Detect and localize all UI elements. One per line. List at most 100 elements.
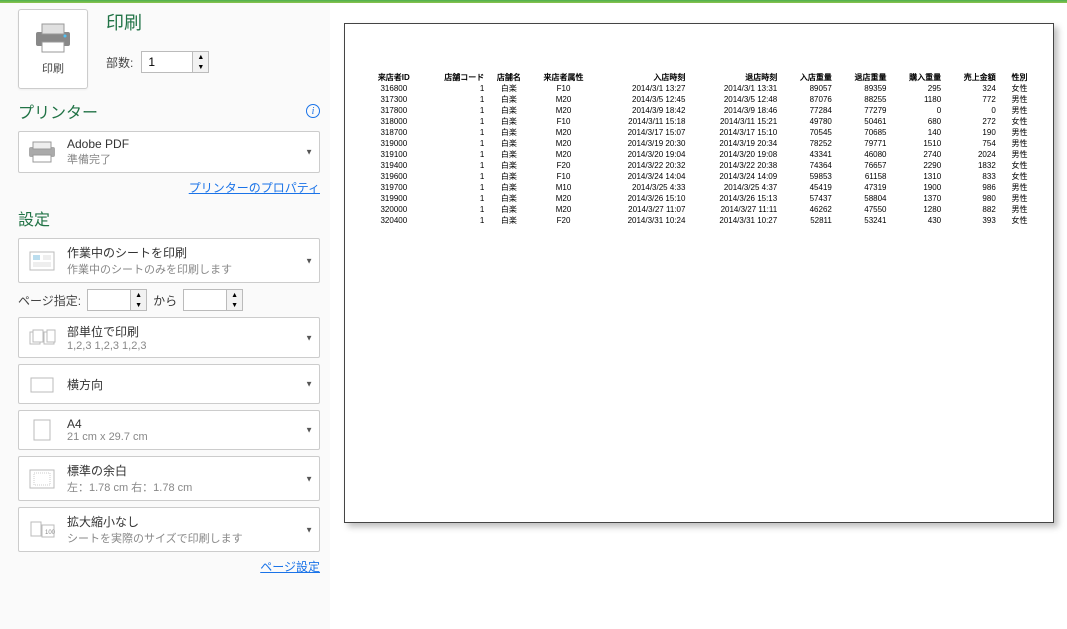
margin-title: 標準の余白 — [67, 462, 311, 479]
table-header: 購入重量 — [890, 72, 945, 83]
print-title: 印刷 — [106, 9, 209, 35]
table-cell: 1900 — [890, 182, 945, 193]
table-cell: 白楽 — [487, 105, 530, 116]
table-cell: 76657 — [835, 160, 890, 171]
table-cell: 白楽 — [487, 171, 530, 182]
page-from-input[interactable] — [88, 290, 130, 310]
table-cell: 1 — [421, 94, 487, 105]
table-cell: M20 — [530, 127, 596, 138]
table-cell: 882 — [944, 204, 999, 215]
margin-dropdown[interactable]: 標準の余白 左：1.78 cm 右：1.78 cm ▼ — [18, 456, 320, 501]
copies-input[interactable] — [142, 52, 192, 72]
printer-dropdown[interactable]: Adobe PDF 準備完了 ▼ — [18, 131, 320, 173]
table-cell: 58804 — [835, 193, 890, 204]
table-cell: 319400 — [367, 160, 422, 171]
scale-icon: 100 — [27, 516, 57, 544]
table-cell: 318700 — [367, 127, 422, 138]
scale-dropdown[interactable]: 100 拡大縮小なし シートを実際のサイズで印刷します ▼ — [18, 507, 320, 552]
table-cell: 320000 — [367, 204, 422, 215]
chevron-down-icon: ▼ — [305, 333, 313, 342]
margin-icon — [27, 465, 57, 493]
page-to-down[interactable]: ▼ — [227, 300, 242, 310]
table-cell: 430 — [890, 215, 945, 226]
print-what-title: 作業中のシートを印刷 — [67, 244, 311, 261]
collate-dropdown[interactable]: 部単位で印刷 1,2,3 1,2,3 1,2,3 ▼ — [18, 317, 320, 358]
table-cell: 46262 — [780, 204, 835, 215]
sidebar: 印刷 印刷 部数: ▲ ▼ プリンター i — [0, 3, 330, 629]
table-cell: 1 — [421, 116, 487, 127]
chevron-down-icon: ▼ — [305, 426, 313, 435]
table-cell: 320400 — [367, 215, 422, 226]
table-cell: 317800 — [367, 105, 422, 116]
table-cell: 77284 — [780, 105, 835, 116]
page-setup-link[interactable]: ページ設定 — [260, 560, 320, 574]
print-button[interactable]: 印刷 — [18, 9, 88, 89]
print-what-dropdown[interactable]: 作業中のシートを印刷 作業中のシートのみを印刷します ▼ — [18, 238, 320, 283]
table-cell: 2014/3/31 10:27 — [688, 215, 780, 226]
page-to-input[interactable] — [184, 290, 226, 310]
table-cell: 1832 — [944, 160, 999, 171]
table-row: 3173001白楽M202014/3/5 12:452014/3/5 12:48… — [367, 94, 1031, 105]
table-cell: 男性 — [999, 193, 1031, 204]
table-cell: 319600 — [367, 171, 422, 182]
table-cell: 2014/3/9 18:42 — [597, 105, 689, 116]
table-cell: 女性 — [999, 160, 1031, 171]
page-to-up[interactable]: ▲ — [227, 290, 242, 300]
settings-section-header: 設定 — [18, 206, 320, 230]
printer-icon — [34, 22, 72, 54]
copies-spinner[interactable]: ▲ ▼ — [141, 51, 209, 73]
page-to-spinner[interactable]: ▲▼ — [183, 289, 243, 311]
table-cell: 2014/3/20 19:08 — [688, 149, 780, 160]
table-cell: 2014/3/17 15:10 — [688, 127, 780, 138]
table-cell: 2014/3/26 15:10 — [597, 193, 689, 204]
table-cell: 白楽 — [487, 116, 530, 127]
table-cell: 1 — [421, 204, 487, 215]
table-cell: 47550 — [835, 204, 890, 215]
table-cell: 2014/3/19 20:34 — [688, 138, 780, 149]
table-cell: 88255 — [835, 94, 890, 105]
table-cell: 53241 — [835, 215, 890, 226]
table-cell: 白楽 — [487, 160, 530, 171]
table-cell: 2014/3/27 11:07 — [597, 204, 689, 215]
table-cell: 2014/3/11 15:18 — [597, 116, 689, 127]
table-cell: 1 — [421, 138, 487, 149]
table-cell: 79771 — [835, 138, 890, 149]
table-cell: 1 — [421, 83, 487, 94]
margin-sub: 左：1.78 cm 右：1.78 cm — [67, 479, 311, 495]
table-cell: 680 — [890, 116, 945, 127]
table-cell: 2014/3/24 14:09 — [688, 171, 780, 182]
copies-up[interactable]: ▲ — [193, 52, 208, 62]
table-cell: 772 — [944, 94, 999, 105]
info-icon[interactable]: i — [306, 104, 320, 118]
table-header: 店舗コード — [421, 72, 487, 83]
table-row: 3197001白楽M102014/3/25 4:332014/3/25 4:37… — [367, 182, 1031, 193]
table-cell: 70545 — [780, 127, 835, 138]
printer-properties-link[interactable]: プリンターのプロパティ — [189, 181, 320, 195]
table-cell: 白楽 — [487, 215, 530, 226]
table-row: 3187001白楽M202014/3/17 15:072014/3/17 15:… — [367, 127, 1031, 138]
page-from-down[interactable]: ▼ — [131, 300, 146, 310]
orientation-dropdown[interactable]: 横方向 ▼ — [18, 364, 320, 404]
table-cell: 295 — [890, 83, 945, 94]
paper-icon — [27, 416, 57, 444]
collate-sub: 1,2,3 1,2,3 1,2,3 — [67, 340, 311, 352]
table-cell: 2740 — [890, 149, 945, 160]
table-cell: 女性 — [999, 215, 1031, 226]
collate-title: 部単位で印刷 — [67, 323, 311, 340]
table-cell: M20 — [530, 138, 596, 149]
orientation-icon — [27, 370, 57, 398]
copies-down[interactable]: ▼ — [193, 62, 208, 72]
print-button-label: 印刷 — [42, 60, 64, 76]
table-cell: 89057 — [780, 83, 835, 94]
table-row: 3190001白楽M202014/3/19 20:302014/3/19 20:… — [367, 138, 1031, 149]
table-cell: 男性 — [999, 105, 1031, 116]
page-from-up[interactable]: ▲ — [131, 290, 146, 300]
table-cell: 1310 — [890, 171, 945, 182]
paper-dropdown[interactable]: A4 21 cm x 29.7 cm ▼ — [18, 410, 320, 450]
page-from-spinner[interactable]: ▲▼ — [87, 289, 147, 311]
table-header: 性別 — [999, 72, 1031, 83]
table-cell: 2014/3/5 12:45 — [597, 94, 689, 105]
table-cell: 2024 — [944, 149, 999, 160]
table-cell: 317300 — [367, 94, 422, 105]
table-cell: 754 — [944, 138, 999, 149]
